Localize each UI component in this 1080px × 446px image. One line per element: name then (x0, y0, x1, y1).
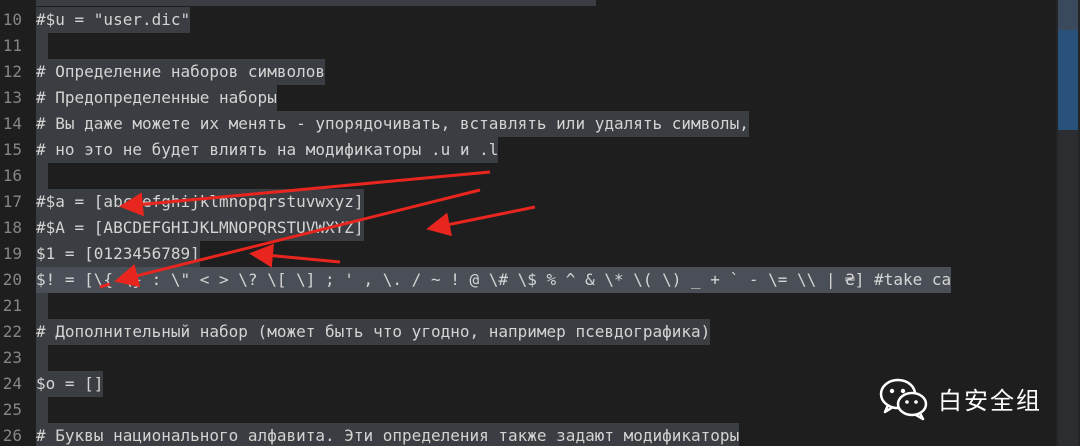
line-number: 26 (2, 426, 22, 445)
code-line[interactable]: 20 $! = [\{ \} : \" < > \? \[ \] ; ' , \… (0, 267, 1056, 293)
line-number: 23 (2, 348, 22, 367)
line-text[interactable]: #$A = [ABCDEFGHIJKLMNOPQRSTUVWXYZ] (36, 215, 364, 241)
line-number: 17 (2, 192, 22, 211)
line-number: 11 (2, 36, 22, 55)
code-line[interactable]: 13 # Предопределенные наборы (0, 85, 1056, 111)
line-text[interactable]: # Предопределенные наборы (36, 85, 277, 111)
line-text[interactable]: # Вы даже можете их менять - упорядочива… (36, 111, 749, 137)
code-line[interactable]: 22 # Дополнительный набор (может быть чт… (0, 319, 1056, 345)
code-line[interactable]: 16 (0, 163, 1056, 189)
line-number: 13 (2, 88, 22, 107)
line-number: 12 (2, 62, 22, 81)
line-number: 25 (2, 400, 22, 419)
code-line[interactable]: 14 # Вы даже можете их менять - упорядоч… (0, 111, 1056, 137)
line-text[interactable]: # Буквы национального алфавита. Эти опре… (36, 423, 740, 446)
code-line[interactable]: 15 # но это не будет влиять на модификат… (0, 137, 1056, 163)
line-text[interactable]: $o = [] (36, 371, 104, 397)
line-text[interactable]: # Определение наборов символов (36, 59, 325, 85)
line-text[interactable] (36, 33, 48, 59)
line-text[interactable]: # но это не будет влиять на модификаторы… (36, 137, 499, 163)
minimap-viewport[interactable] (1058, 30, 1078, 130)
line-number: 20 (2, 270, 22, 289)
watermark: 白安全组 (878, 372, 1068, 424)
code-line[interactable]: 10 #$u = "user.dic" (0, 7, 1056, 33)
line-number: 10 (2, 10, 22, 29)
line-text[interactable] (36, 397, 48, 423)
line-number: 16 (2, 166, 22, 185)
watermark-text: 白安全组 (938, 386, 1042, 415)
line-text[interactable]: #$u = "user.dic" (36, 7, 191, 33)
code-line[interactable]: 23 (0, 345, 1056, 371)
line-text[interactable] (36, 293, 48, 319)
line-text[interactable] (36, 163, 48, 189)
line-number: 21 (2, 296, 22, 315)
line-number: 24 (2, 374, 22, 393)
code-line[interactable]: 17 #$a = [abcdefghijklmnopqrstuvwxyz] (0, 189, 1056, 215)
code-line[interactable]: 18 #$A = [ABCDEFGHIJKLMNOPQRSTUVWXYZ] (0, 215, 1056, 241)
line-text[interactable]: $1 = [0123456789] (36, 241, 200, 267)
code-line[interactable]: 19 $1 = [0123456789] (0, 241, 1056, 267)
code-line[interactable]: 11 (0, 33, 1056, 59)
code-line[interactable]: 26 # Буквы национального алфавита. Эти о… (0, 423, 1056, 446)
line-number: 15 (2, 140, 22, 159)
line-number: 19 (2, 244, 22, 263)
line-number: 22 (2, 322, 22, 341)
line-text[interactable]: #$a = [abcdefghijklmnopqrstuvwxyz] (36, 189, 364, 215)
wechat-icon (879, 378, 928, 421)
code-line[interactable]: 21 (0, 293, 1056, 319)
line-number: 18 (2, 218, 22, 237)
code-line[interactable]: 12 # Определение наборов символов (0, 59, 1056, 85)
line-text[interactable]: # Дополнительный набор (может быть что у… (36, 319, 711, 345)
selection-overflow-top (36, 0, 596, 6)
minimap-block (1058, 0, 1078, 30)
line-text[interactable]: $! = [\{ \} : \" < > \? \[ \] ; ' , \. /… (36, 267, 952, 293)
line-number: 14 (2, 114, 22, 133)
line-text[interactable] (36, 345, 48, 371)
